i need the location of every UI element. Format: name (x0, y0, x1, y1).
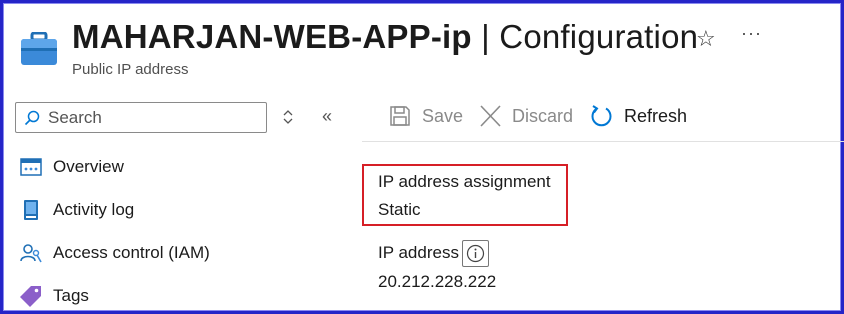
search-icon (24, 110, 40, 125)
resource-type-subtitle: Public IP address (72, 61, 189, 78)
search-box[interactable] (15, 102, 267, 133)
access-control-icon (20, 244, 42, 263)
collapse-sidebar-button[interactable]: « (322, 106, 332, 127)
star-icon[interactable]: ☆ (696, 26, 716, 52)
sort-updown-icon[interactable] (282, 108, 294, 126)
sidebar-item-label: Tags (53, 286, 89, 305)
refresh-icon (591, 105, 612, 127)
public-ip-resource-icon (21, 32, 57, 65)
title-separator: | (471, 18, 500, 55)
ip-address-label: IP address (378, 243, 459, 262)
search-input[interactable] (46, 106, 250, 129)
sidebar-item-label: Activity log (53, 200, 135, 219)
discard-label: Discard (512, 105, 574, 126)
save-icon (390, 106, 410, 126)
refresh-label: Refresh (624, 105, 688, 126)
sidebar-item-overview[interactable]: Overview (20, 156, 124, 178)
resource-name: MAHARJAN-WEB-APP-ip (72, 18, 472, 55)
info-button[interactable] (462, 240, 489, 267)
ip-address-value: 20.212.228.222 (378, 272, 497, 291)
overview-icon (20, 158, 42, 176)
ip-assignment-value: Static (378, 200, 421, 219)
save-button[interactable]: Save (388, 104, 463, 128)
sidebar-item-activity-log[interactable]: Activity log (20, 199, 134, 221)
tag-icon (20, 286, 41, 307)
info-icon (466, 244, 485, 263)
discard-icon (480, 105, 501, 127)
discard-button[interactable]: Discard (478, 104, 573, 128)
toolbar-divider (362, 141, 844, 142)
sidebar-item-tags[interactable]: Tags (20, 285, 89, 307)
page-title: MAHARJAN-WEB-APP-ip | Configuration (72, 18, 698, 56)
section-name: Configuration (499, 18, 699, 55)
sidebar-item-access-control[interactable]: Access control (IAM) (20, 242, 210, 264)
sidebar-item-label: Overview (53, 157, 124, 176)
more-options-button[interactable]: ··· (741, 23, 762, 44)
save-label: Save (422, 105, 464, 126)
sidebar-item-label: Access control (IAM) (53, 243, 210, 262)
activity-log-icon (24, 200, 38, 220)
refresh-button[interactable]: Refresh (590, 104, 687, 128)
ip-assignment-label: IP address assignment (378, 172, 551, 191)
